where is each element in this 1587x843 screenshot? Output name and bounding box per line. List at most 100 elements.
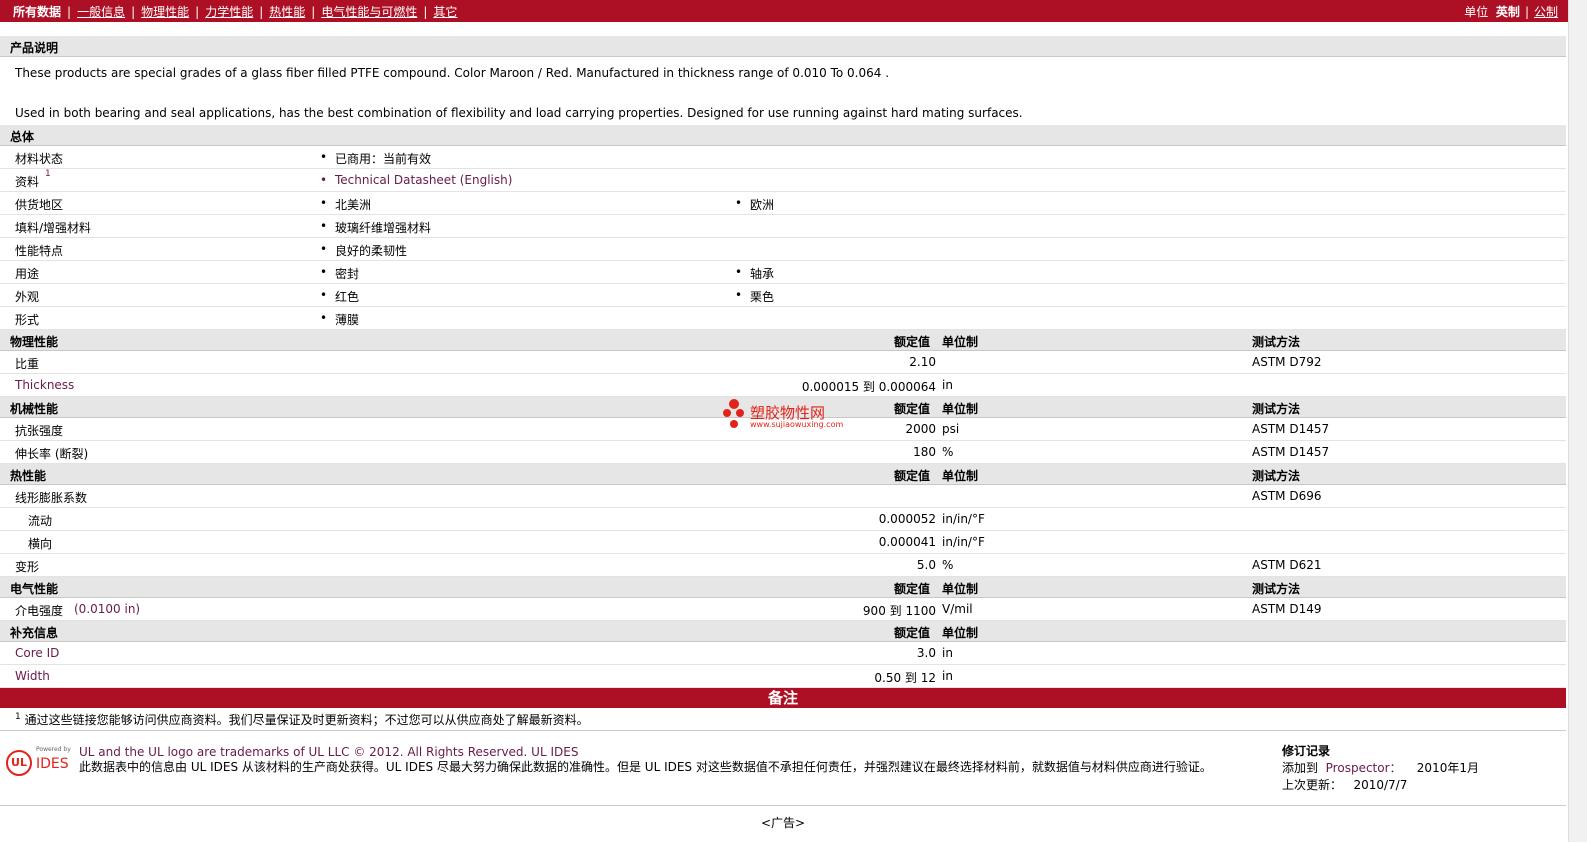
nominal-value: 2.10 bbox=[909, 355, 936, 369]
nav-all-data[interactable]: 所有数据 bbox=[13, 5, 61, 19]
property-label: 性能特点 bbox=[15, 244, 64, 258]
datasheet-link[interactable]: Technical Datasheet (English) bbox=[320, 173, 512, 187]
footer: Powered by UL IDES UL and the UL logo ar… bbox=[0, 740, 1566, 802]
col-nominal: 额定值 bbox=[894, 335, 931, 349]
property-value: 良好的柔韧性 bbox=[320, 242, 407, 259]
thermal-table: 线形膨胀系数 ASTM D696 流动 0.000052 in/in/°F 横向 0.000… bbox=[0, 485, 1566, 577]
top-nav-bar: 所有数据 | 一般信息 | 物理性能 | 力学性能 | 热性能 | 电气性能与可燃性 | 其它 单位 英… bbox=[0, 0, 1568, 22]
test-method: ASTM D1457 bbox=[1252, 422, 1330, 436]
property-value: 玻璃纤维增强材料 bbox=[320, 219, 431, 236]
property-value: 栗色 bbox=[735, 288, 774, 305]
unit-switcher: 单位 英制 | 公制 bbox=[1464, 5, 1558, 19]
nominal-value: 0.000052 bbox=[878, 512, 936, 526]
property-label: 横向 bbox=[28, 537, 53, 551]
table-row: 性能特点 良好的柔韧性 bbox=[0, 238, 1566, 261]
nav-other[interactable]: 其它 bbox=[433, 5, 457, 19]
col-nominal: 额定值 bbox=[894, 582, 931, 596]
footer-trademark[interactable]: UL and the UL logo are trademarks of UL … bbox=[79, 745, 1259, 760]
unit-metric[interactable]: 公制 bbox=[1534, 5, 1558, 19]
unit-value: in/in/°F bbox=[942, 512, 985, 526]
nav-electrical[interactable]: 电气性能与可燃性 bbox=[321, 5, 417, 19]
col-unit: 单位制 bbox=[942, 626, 979, 640]
unit-value: V/mil bbox=[942, 602, 973, 616]
col-unit: 单位制 bbox=[942, 582, 979, 596]
nominal-value: 180 bbox=[913, 445, 936, 459]
nav-mechanical[interactable]: 力学性能 bbox=[205, 5, 253, 19]
ides-text: IDES bbox=[36, 756, 69, 772]
test-method: ASTM D149 bbox=[1252, 602, 1322, 616]
table-row: Core ID 3.0 in bbox=[0, 642, 1566, 665]
table-row: 供货地区 北美洲 欧洲 bbox=[0, 192, 1566, 215]
ad-slot[interactable]: <广告> bbox=[0, 805, 1566, 843]
property-condition: (0.0100 in) bbox=[74, 602, 141, 616]
revision-history: 修订记录 添加到 Prospector： 2010年1月 上次更新： 2010/… bbox=[1282, 744, 1479, 792]
col-method: 测试方法 bbox=[1252, 469, 1301, 483]
nominal-value: 5.0 bbox=[916, 558, 936, 572]
nav-general-info[interactable]: 一般信息 bbox=[77, 5, 125, 19]
nominal-value: 3.0 bbox=[916, 646, 936, 660]
units-label: 单位 bbox=[1464, 5, 1489, 19]
property-value: 密封 bbox=[320, 265, 359, 282]
col-method: 测试方法 bbox=[1252, 335, 1301, 349]
col-nominal: 额定值 bbox=[894, 626, 931, 640]
table-row: 变形 5.0% ASTM D621 bbox=[0, 554, 1566, 577]
unit-value: in bbox=[942, 378, 953, 392]
property-label[interactable]: Core ID bbox=[15, 646, 59, 660]
section-header-electrical: 电气性能 额定值 单位制 测试方法 bbox=[0, 577, 1566, 598]
footnote-text: 通过这些链接您能够访问供应商资料。我们尽量保证及时更新资料；不过您可以从供应商处… bbox=[24, 713, 589, 727]
watermark-url: www.sujiaowuxing.com bbox=[750, 420, 844, 429]
watermark: 塑胶物性网 www.sujiaowuxing.com bbox=[722, 398, 862, 434]
unit-value: % bbox=[942, 445, 954, 459]
footer-disclaimer: 此数据表中的信息由 UL IDES 从该材料的生产商处获得。UL IDES 尽最… bbox=[79, 760, 1212, 774]
nominal-value: 0.50 到 12 bbox=[874, 671, 936, 685]
property-label: 外观 bbox=[15, 290, 40, 304]
description-paragraph: These products are special grades of a g… bbox=[15, 66, 890, 80]
unit-value: in/in/°F bbox=[942, 535, 985, 549]
footnote-marker: 1 bbox=[45, 169, 51, 179]
test-method: ASTM D792 bbox=[1252, 355, 1322, 369]
notes-header: 备注 bbox=[0, 688, 1566, 708]
col-method: 测试方法 bbox=[1252, 582, 1301, 596]
ul-logo-icon: UL bbox=[6, 750, 32, 776]
footnote-marker: 1 bbox=[15, 712, 21, 722]
col-unit: 单位制 bbox=[942, 402, 979, 416]
table-row: Thickness 0.000015 到 0.000064 in bbox=[0, 374, 1566, 397]
table-row: 资料 1 Technical Datasheet (English) bbox=[0, 169, 1566, 192]
notes-footnote: 1 通过这些链接您能够访问供应商资料。我们尽量保证及时更新资料；不过您可以从供应… bbox=[0, 708, 1566, 731]
ad-label: <广告> bbox=[760, 816, 806, 830]
property-value: 薄膜 bbox=[320, 311, 359, 328]
section-header-supplement: 补充信息 额定值 单位制 bbox=[0, 621, 1566, 642]
added-date: 2010年1月 bbox=[1416, 761, 1479, 775]
page-scrollbar[interactable] bbox=[1568, 0, 1587, 842]
property-value: 北美洲 bbox=[320, 196, 371, 213]
property-label: 抗张强度 bbox=[15, 424, 64, 438]
supplement-table: Core ID 3.0 in Width 0.50 到 12 in bbox=[0, 642, 1566, 688]
property-label: 形式 bbox=[15, 313, 40, 327]
watermark-logo-icon bbox=[723, 399, 744, 428]
table-row: 流动 0.000052 in/in/°F bbox=[0, 508, 1566, 531]
property-label: 流动 bbox=[28, 514, 53, 528]
table-row: Width 0.50 到 12 in bbox=[0, 665, 1566, 688]
table-row: 介电强度 (0.0100 in) 900 到 1100 V/mil ASTM D149 bbox=[0, 598, 1566, 621]
nominal-value: 2000 bbox=[905, 422, 936, 436]
prospector-link[interactable]: Prospector： bbox=[1326, 761, 1402, 775]
table-row: 填料/增强材料 玻璃纤维增强材料 bbox=[0, 215, 1566, 238]
general-table: 材料状态 已商用：当前有效资料 1 Technical Datasheet (Engl… bbox=[0, 146, 1566, 330]
property-label[interactable]: Thickness bbox=[15, 378, 74, 392]
table-row: 比重 2.10 ASTM D792 bbox=[0, 351, 1566, 374]
test-method: ASTM D696 bbox=[1252, 489, 1322, 503]
col-unit: 单位制 bbox=[942, 469, 979, 483]
unit-english[interactable]: 英制 bbox=[1496, 5, 1520, 19]
nav-thermal[interactable]: 热性能 bbox=[269, 5, 305, 19]
property-label: 填料/增强材料 bbox=[15, 221, 92, 235]
property-value: 红色 bbox=[320, 288, 359, 305]
table-row: 伸长率 (断裂) 180% ASTM D1457 bbox=[0, 441, 1566, 464]
property-label[interactable]: Width bbox=[15, 669, 50, 683]
property-label: 伸长率 (断裂) bbox=[15, 447, 89, 461]
test-method: ASTM D621 bbox=[1252, 558, 1322, 572]
nav-physical[interactable]: 物理性能 bbox=[141, 5, 189, 19]
section-header-general: 总体 bbox=[0, 125, 1566, 146]
nominal-value: 0.000015 到 0.000064 bbox=[801, 380, 936, 394]
property-label: 用途 bbox=[15, 267, 40, 281]
section-header-physical: 物理性能 额定值 单位制 测试方法 bbox=[0, 330, 1566, 351]
